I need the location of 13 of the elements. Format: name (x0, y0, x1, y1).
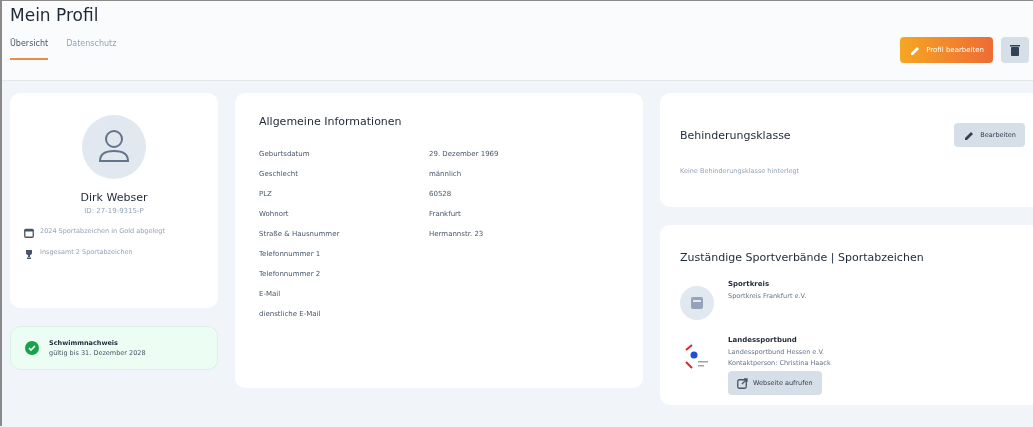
tab[interactable]: Übersicht (10, 35, 49, 60)
image-placeholder-icon (680, 286, 714, 320)
trash-icon (1010, 44, 1020, 56)
card-title: Zuständige Sportverbände | Sportabzeichen (680, 251, 925, 264)
delete-button[interactable] (1001, 37, 1029, 63)
avatar-icon (82, 115, 146, 179)
calendar-icon (24, 228, 34, 238)
card-title: Allgemeine Informationen (259, 115, 403, 128)
external-link-icon (737, 377, 748, 389)
page-title: Mein Profil (10, 5, 100, 25)
profile-name: Dirk Webser (80, 191, 148, 204)
trophy-icon (24, 249, 34, 259)
card-title: Behinderungsklasse (680, 128, 791, 142)
